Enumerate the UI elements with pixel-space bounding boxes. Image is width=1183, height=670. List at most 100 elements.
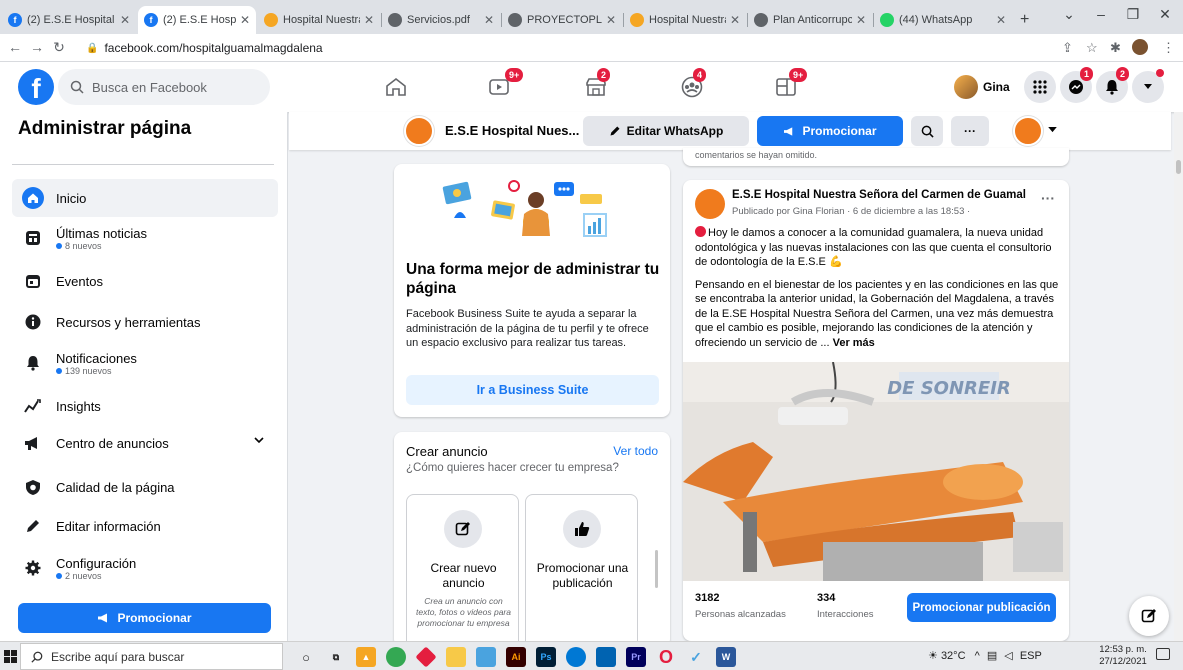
sidebar-item-insights[interactable]: Insights [12,387,278,425]
forward-icon[interactable]: → [28,39,46,55]
nav-gaming-icon[interactable]: 9+ [769,68,808,102]
browser-tab[interactable]: (44) WhatsApp ✕ [874,6,1012,34]
url-field[interactable]: 🔒 facebook.com/hospitalguamalmagdalena [86,38,1046,58]
sidebar-item-inicio[interactable]: Inicio [12,179,278,217]
paint-icon[interactable]: ✓ [686,647,706,667]
opera-icon[interactable]: O [656,647,676,667]
nav-groups-icon[interactable]: 4 [675,68,709,102]
edit-whatsapp-button[interactable]: Editar WhatsApp [583,116,749,146]
nav-marketplace-icon[interactable]: 2 [579,68,613,102]
sidebar-item-configuracion[interactable]: Configuración 2 nuevos [12,549,278,587]
scrollbar-thumb[interactable] [1176,160,1181,174]
taskbar-clock[interactable]: 12:53 p. m. 27/12/2021 [1098,644,1148,668]
premiere-icon[interactable]: Pr [626,647,646,667]
see-all-link[interactable]: Ver todo [613,444,658,458]
close-icon[interactable]: ✕ [484,13,494,27]
edge-icon[interactable] [566,647,586,667]
illustrator-icon[interactable]: Ai [506,647,526,667]
sidebar-item-ultimas-noticias[interactable]: Últimas noticias 8 nuevos [12,219,278,257]
maximize-icon[interactable]: ❐ [1118,6,1148,23]
page-switcher-avatar[interactable] [1013,116,1043,146]
sidebar-item-editar-info[interactable]: Editar información [12,507,278,545]
word-icon[interactable]: W [716,647,736,667]
facebook-search-input[interactable]: Busca en Facebook [58,69,270,105]
sidebar-promote-button[interactable]: Promocionar [18,603,271,633]
account-menu-icon[interactable] [1132,69,1164,103]
extensions-icon[interactable]: ✱ [1110,40,1121,56]
browser-tab[interactable]: Hospital Nuestra ✕ [624,6,746,34]
new-message-button[interactable] [1129,596,1169,636]
cortana-icon[interactable]: ○ [296,647,316,667]
more-options-button[interactable]: ··· [951,116,989,146]
home-icon [22,187,44,209]
back-icon[interactable]: ← [6,39,24,55]
page-logo[interactable] [404,116,434,146]
browser-tab[interactable]: Servicios.pdf ✕ [382,6,500,34]
promote-post-option[interactable]: Promocionar una publicación [525,494,638,647]
notifications-badge: 2 [1116,67,1130,81]
browser-tab[interactable]: PROYECTOPLAN ✕ [502,6,622,34]
nav-watch-icon[interactable]: 9+ [483,68,524,102]
carousel-scrollbar[interactable] [655,550,658,588]
windows-start-icon[interactable] [4,650,17,663]
sidebar-item-calidad[interactable]: Calidad de la página [12,468,278,506]
vlc-icon[interactable]: ▲ [356,647,376,667]
task-view-icon[interactable]: ⧉ [326,647,346,667]
close-icon[interactable]: ✕ [240,13,250,27]
post-photo[interactable]: DE SONREIR [683,362,1069,581]
minimize-icon[interactable]: – [1086,6,1116,22]
post-author-name[interactable]: E.S.E Hospital Nuestra Señora del Carmen… [732,189,1026,201]
see-more-link[interactable]: Ver más [833,337,875,349]
close-icon[interactable]: ✕ [996,13,1006,27]
chrome-icon[interactable] [386,647,406,667]
browser-tab[interactable]: f (2) E.S.E Hospital ✕ [2,6,136,34]
promote-post-button[interactable]: Promocionar publicación [907,593,1056,622]
file-explorer-icon[interactable] [446,647,466,667]
messenger-icon[interactable]: 1 [1060,67,1094,103]
page-name[interactable]: E.S.E Hospital Nues... [445,123,579,138]
toolbar-promote-button[interactable]: Promocionar [757,116,903,146]
browser-tab[interactable]: Hospital Nuestra ✕ [258,6,380,34]
create-new-ad-option[interactable]: Crear nuevo anuncio Crea un anuncio con … [406,494,519,647]
action-center-icon[interactable] [1156,648,1170,660]
photos-app-icon[interactable] [476,647,496,667]
caret-down-icon[interactable] [1048,127,1057,133]
browser-menu-icon[interactable]: ⋮ [1162,40,1175,56]
page-search-button[interactable] [911,116,943,146]
page-scrollbar[interactable] [1174,112,1183,641]
nav-home-icon[interactable] [379,72,413,102]
system-tray[interactable]: ☀ 32°C ^ ▤ ◁ ESP [928,649,1042,662]
chevron-down-icon[interactable] [254,436,264,444]
red-circle-emoji-icon [695,226,706,237]
close-icon[interactable]: ✕ [120,13,130,27]
close-window-icon[interactable]: ✕ [1150,6,1180,23]
sidebar-item-centro-anuncios[interactable]: Centro de anuncios [12,424,278,462]
app-diamond-icon[interactable] [415,646,437,668]
sidebar-item-notificaciones[interactable]: Notificaciones 139 nuevos [12,344,278,382]
browser-tab-active[interactable]: f (2) E.S.E Hospital ✕ [138,6,256,34]
photoshop-icon[interactable]: Ps [536,647,556,667]
store-icon[interactable] [596,647,616,667]
profile-chip[interactable]: Gina [954,73,1010,101]
notifications-bell-icon[interactable]: 2 [1096,67,1130,103]
menu-grid-icon[interactable] [1024,71,1056,103]
post-meta[interactable]: Publicado por Gina Florian · 6 de diciem… [732,206,970,217]
share-icon[interactable]: ⇪ [1062,40,1073,56]
taskbar-search-input[interactable]: Escribe aquí para buscar [20,643,283,670]
close-icon[interactable]: ✕ [730,13,740,27]
new-tab-button[interactable]: + [1014,6,1038,34]
browser-tab[interactable]: Plan Anticorrupci ✕ [748,6,872,34]
bookmark-star-icon[interactable]: ☆ [1086,40,1098,56]
post-more-icon[interactable]: ··· [1041,190,1055,206]
tab-search-icon[interactable]: ⌄ [1054,6,1084,23]
facebook-logo-icon[interactable]: f [18,69,54,105]
sidebar-item-recursos[interactable]: Recursos y herramientas [12,303,278,341]
close-icon[interactable]: ✕ [364,13,374,27]
browser-profile-avatar[interactable] [1132,39,1148,55]
sidebar-item-eventos[interactable]: Eventos [12,262,278,300]
go-business-suite-button[interactable]: Ir a Business Suite [406,375,659,405]
post-author-avatar[interactable] [695,189,725,219]
reload-icon[interactable]: ↻ [50,39,68,56]
close-icon[interactable]: ✕ [856,13,866,27]
close-icon[interactable]: ✕ [606,13,616,27]
